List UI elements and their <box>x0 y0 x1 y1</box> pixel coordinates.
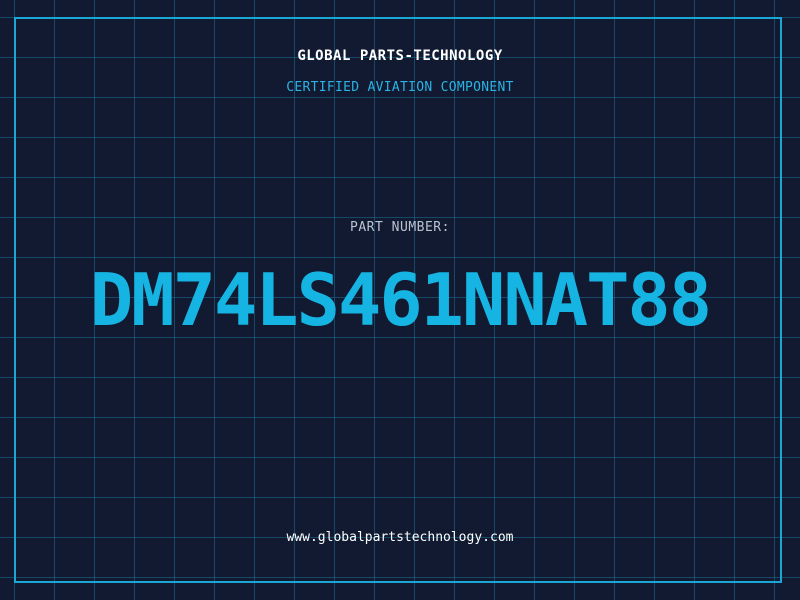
part-number-value: DM74LS461NNAT88 <box>89 258 712 342</box>
brand-subtitle: CERTIFIED AVIATION COMPONENT <box>286 80 514 95</box>
certificate-card: GLOBAL PARTS-TECHNOLOGY CERTIFIED AVIATI… <box>0 0 800 600</box>
brand-title: GLOBAL PARTS-TECHNOLOGY <box>297 48 503 64</box>
part-number-label: PART NUMBER: <box>350 220 450 235</box>
website-url: www.globalpartstechnology.com <box>286 530 514 545</box>
